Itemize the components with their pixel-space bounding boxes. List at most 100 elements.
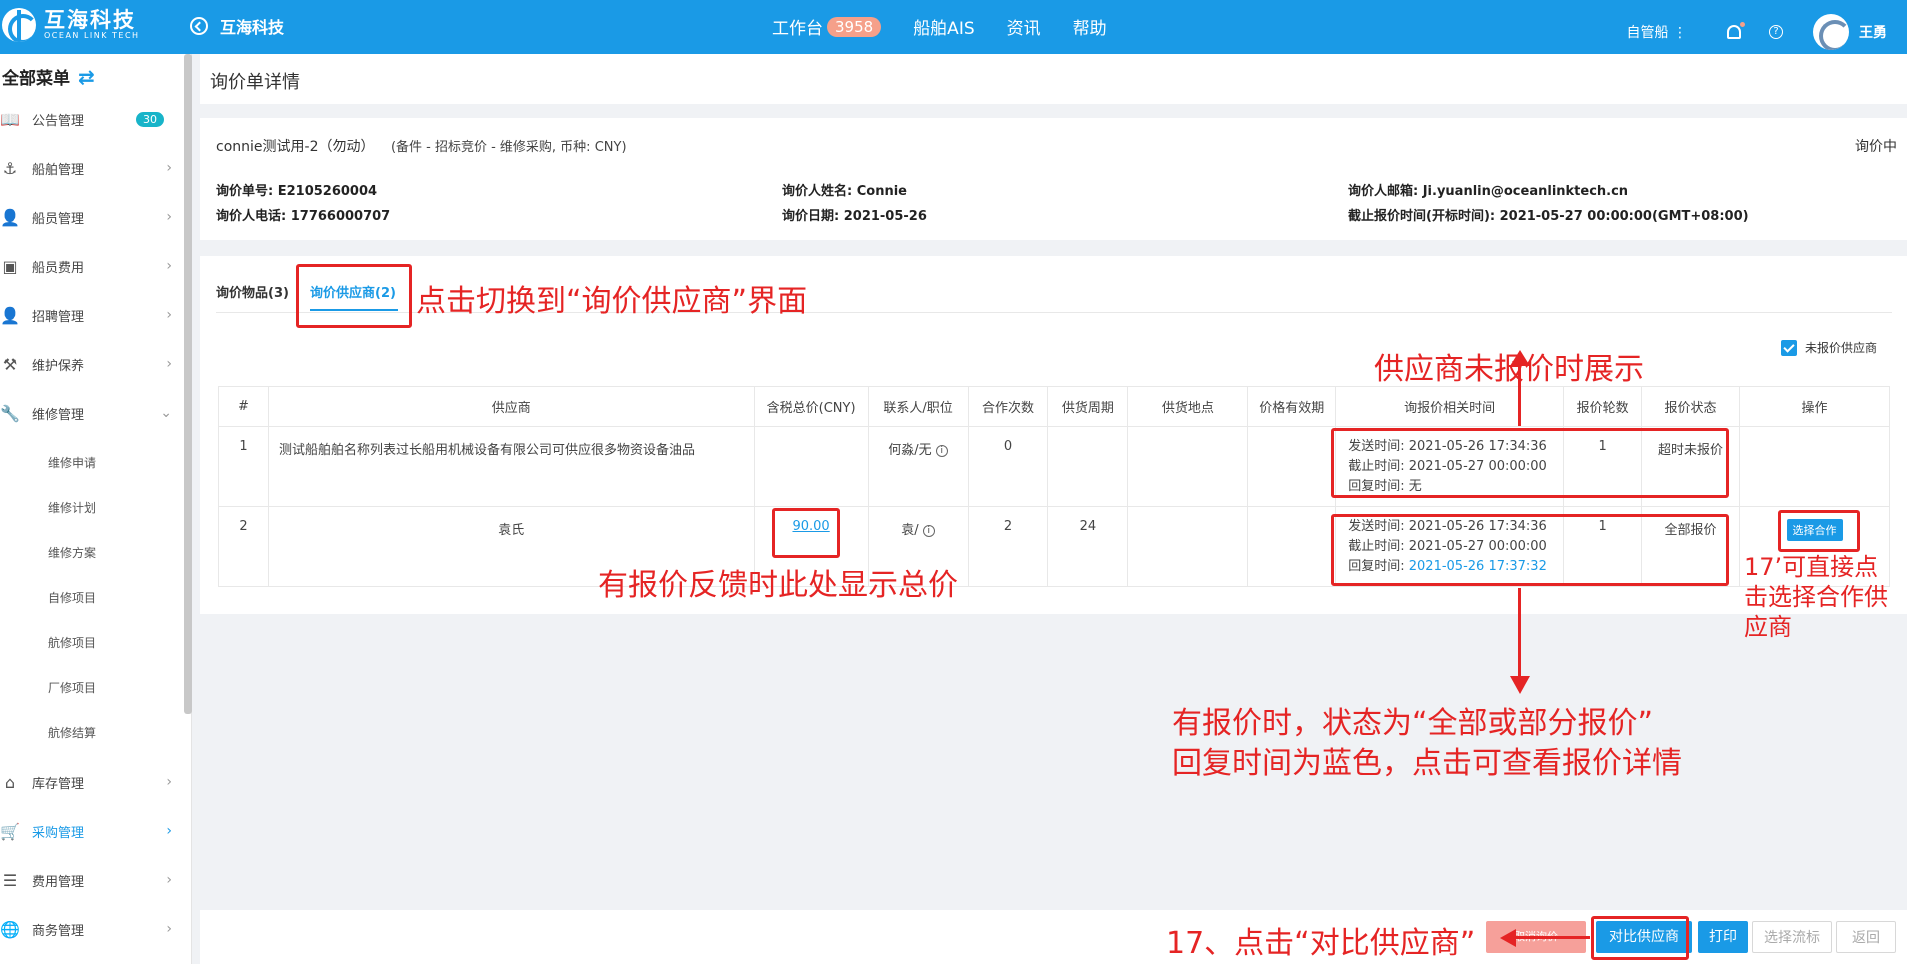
avatar[interactable]: [1813, 14, 1849, 50]
coins-icon: ☰: [2, 870, 18, 890]
price-validity: [1247, 506, 1337, 587]
notice-count-badge: 30: [136, 111, 164, 127]
col-header: 含税总价(CNY): [753, 386, 869, 427]
checkbox-checked-icon[interactable]: [1780, 339, 1797, 356]
col-header: 询报价相关时间: [1335, 386, 1565, 427]
inquiry-desc: (备件 - 招标竞价 - 维修采购, 币种: CNY): [390, 140, 627, 155]
cart-icon: 🛒: [0, 821, 20, 841]
filter-label: 未报价供应商: [1804, 341, 1877, 355]
sidebar-sub-repair-settlement[interactable]: 航修结算: [48, 724, 96, 741]
sidebar-item-notice[interactable]: 📖 公告管理 30: [0, 107, 180, 131]
col-header: 操作: [1739, 386, 1890, 427]
nav-help[interactable]: 帮助: [1073, 14, 1107, 39]
user-icon: 👤: [0, 305, 20, 325]
back-button[interactable]: 互海科技: [190, 14, 284, 38]
quote-deadline: 截止报价时间(开标时间): 2021-05-27 00:00:00(GMT+08…: [1348, 209, 1749, 224]
contact-name: 袁/: [901, 523, 919, 538]
col-header: 价格有效期: [1247, 386, 1337, 427]
supply-cycle: [1047, 426, 1129, 507]
user-name[interactable]: 王勇: [1859, 22, 1887, 42]
annotation-unquoted: 供应商未报价时展示: [1374, 352, 1644, 387]
annotation-box-compare: [1591, 916, 1689, 960]
select-failed-bid-button[interactable]: 选择流标: [1752, 921, 1832, 953]
col-header: #: [218, 386, 269, 427]
logo-icon: [2, 8, 36, 42]
chevron-right-icon: ›: [166, 258, 172, 274]
sidebar-sub-repair-request[interactable]: 维修申请: [48, 454, 96, 471]
user-icon: 👤: [0, 207, 20, 227]
sidebar-item-inventory[interactable]: ⌂ 库存管理 ›: [0, 770, 180, 794]
arrow-up-icon: [1510, 350, 1530, 366]
sidebar-item-ship[interactable]: ⚓ 船舶管理 ›: [0, 156, 180, 180]
bell-icon[interactable]: [1727, 22, 1745, 39]
arrow-down-icon: [1510, 676, 1530, 694]
coop-count: 0: [967, 426, 1049, 507]
hammer-icon: ⚒: [2, 354, 18, 374]
sidebar-item-purchase[interactable]: 🛒 采购管理 ›: [0, 819, 180, 843]
anchor-icon: ⚓: [2, 158, 18, 178]
annotation-box-row1-time: [1331, 428, 1729, 498]
sidebar-sub-yard-repair[interactable]: 厂修项目: [48, 679, 96, 696]
inquirer-phone: 询价人电话: 17766000707: [216, 209, 391, 224]
supplier-name: 测试船舶舶名称列表过长船用机械设备有限公司可供应很多物资设备油品: [267, 426, 755, 507]
inquirer-name: 询价人姓名: Connie: [782, 184, 907, 199]
sidebar-sub-voyage-repair[interactable]: 航修项目: [48, 634, 96, 651]
chevron-right-icon: ›: [166, 921, 172, 937]
annotation-box-choose: [1778, 510, 1860, 552]
back-label: 互海科技: [220, 18, 285, 37]
unquoted-supplier-filter[interactable]: 未报价供应商: [1780, 339, 1877, 356]
chevron-right-icon: ›: [166, 872, 172, 888]
sidebar-item-crew-cost[interactable]: ▣ 船员费用 ›: [0, 254, 180, 278]
chevron-right-icon: ›: [166, 160, 172, 176]
sidebar-title: 全部菜单 ⇄: [2, 64, 95, 90]
annotation-box-row2-time: [1331, 514, 1729, 586]
ship-filter-select[interactable]: 自管船 ⋮: [1627, 22, 1687, 42]
inquiry-status: 询价中: [1855, 139, 1897, 155]
sidebar-item-maintenance[interactable]: ⚒ 维护保养 ›: [0, 352, 180, 376]
col-header: 供货周期: [1047, 386, 1129, 427]
top-bar: 互海科技 OCEAN LINK TECH 互海科技 工作台 3958 船舶AIS…: [0, 0, 1907, 54]
supply-place: [1127, 506, 1249, 587]
chevron-down-icon: ⌄: [160, 405, 172, 421]
back-arrow-icon: [190, 17, 208, 35]
annotation-arrow-left-line: [1514, 936, 1590, 939]
sidebar-sub-self-repair[interactable]: 自修项目: [48, 589, 96, 606]
chevron-right-icon: ›: [166, 774, 172, 790]
nav-news[interactable]: 资讯: [1007, 14, 1041, 39]
nav-ship-ais[interactable]: 船舶AIS: [913, 14, 974, 39]
annotation-quoted: 有报价时，状态为“全部或部分报价” 回复时间为蓝色，点击可查看报价详情: [1172, 706, 1682, 781]
info-icon[interactable]: i: [935, 444, 948, 457]
col-header: 合作次数: [967, 386, 1049, 427]
sidebar-scrollbar[interactable]: [184, 54, 192, 714]
tab-inquiry-items[interactable]: 询价物品(3): [216, 282, 289, 309]
annotation-box-price: [772, 508, 840, 558]
return-button[interactable]: 返回: [1836, 921, 1896, 953]
logo: 互海科技 OCEAN LINK TECH: [2, 8, 140, 42]
print-button[interactable]: 打印: [1698, 921, 1748, 953]
page-title: 询价单详情: [210, 72, 300, 93]
sidebar-item-expense[interactable]: ☰ 费用管理 ›: [0, 868, 180, 892]
wallet-icon: ▣: [2, 256, 18, 276]
sidebar-sub-repair-scheme[interactable]: 维修方案: [48, 544, 96, 561]
sidebar-item-business[interactable]: 🌐 商务管理 ›: [0, 917, 180, 941]
col-header: 供应商: [267, 386, 755, 427]
annotation-switch-tab: 点击切换到“询价供应商”界面: [416, 284, 808, 319]
chevron-right-icon: ›: [166, 823, 172, 839]
info-icon[interactable]: i: [922, 524, 935, 537]
sidebar-item-repair[interactable]: 🔧 维修管理 ⌄: [0, 401, 180, 425]
swap-icon[interactable]: ⇄: [78, 65, 95, 89]
help-icon[interactable]: ?: [1769, 25, 1783, 39]
nav-workbench[interactable]: 工作台 3958: [772, 14, 882, 39]
home-icon: ⌂: [4, 772, 16, 792]
sidebar-item-crew[interactable]: 👤 船员管理 ›: [0, 205, 180, 229]
row-index: 2: [218, 506, 269, 587]
annotation-box-tab: [296, 264, 412, 328]
annotation-price: 有报价反馈时此处显示总价: [598, 568, 958, 603]
top-nav: 工作台 3958 船舶AIS 资讯 帮助: [772, 14, 1139, 39]
action-cell: [1739, 426, 1890, 507]
sidebar-sub-repair-plan[interactable]: 维修计划: [48, 499, 96, 516]
sidebar-item-recruit[interactable]: 👤 招聘管理 ›: [0, 303, 180, 327]
inquiry-date: 询价日期: 2021-05-26: [782, 209, 927, 224]
title-card: 询价单详情: [200, 54, 1907, 104]
table-header-row: # 供应商 含税总价(CNY) 联系人/职位 合作次数 供货周期 供货地点 价格…: [218, 386, 1890, 427]
